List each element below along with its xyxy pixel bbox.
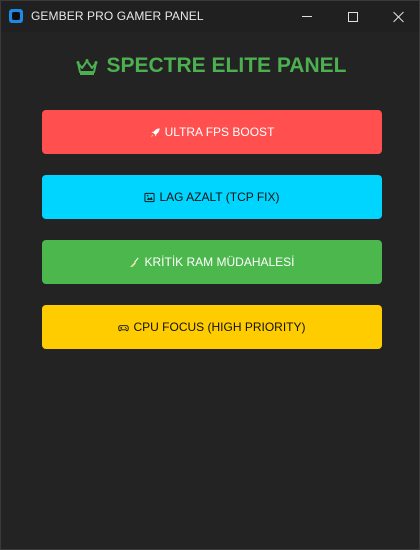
rocket-icon — [150, 127, 160, 137]
panel-heading: SPECTRE ELITE PANEL — [1, 54, 420, 78]
broom-icon — [130, 257, 140, 267]
kritik-ram-button[interactable]: KRİTİK RAM MÜDAHALESİ — [42, 240, 382, 284]
minimize-icon — [302, 16, 312, 17]
panel-title: SPECTRE ELITE PANEL — [106, 54, 347, 77]
ultra-fps-boost-button[interactable]: ULTRA FPS BOOST — [42, 110, 382, 154]
close-icon — [393, 11, 405, 23]
gamepad-icon — [118, 324, 130, 331]
lag-azalt-label: LAG AZALT (TCP FIX) — [159, 190, 280, 204]
maximize-icon — [348, 11, 358, 22]
app-icon — [9, 9, 23, 23]
lag-azalt-button[interactable]: LAG AZALT (TCP FIX) — [42, 175, 382, 219]
ultra-fps-boost-label: ULTRA FPS BOOST — [164, 125, 275, 139]
window-title: GEMBER PRO GAMER PANEL — [31, 9, 204, 23]
close-button[interactable] — [376, 1, 420, 32]
kritik-ram-label: KRİTİK RAM MÜDAHALESİ — [144, 255, 295, 269]
crown-icon — [76, 59, 97, 75]
maximize-button[interactable] — [330, 1, 376, 32]
globe-icon — [144, 192, 156, 202]
app-window: GEMBER PRO GAMER PANEL SPECTRE ELITE PAN… — [0, 0, 420, 550]
minimize-button[interactable] — [284, 1, 330, 32]
title-bar[interactable]: GEMBER PRO GAMER PANEL — [1, 1, 419, 32]
cpu-focus-label: CPU FOCUS (HIGH PRIORITY) — [133, 320, 306, 334]
cpu-focus-button[interactable]: CPU FOCUS (HIGH PRIORITY) — [42, 305, 382, 349]
